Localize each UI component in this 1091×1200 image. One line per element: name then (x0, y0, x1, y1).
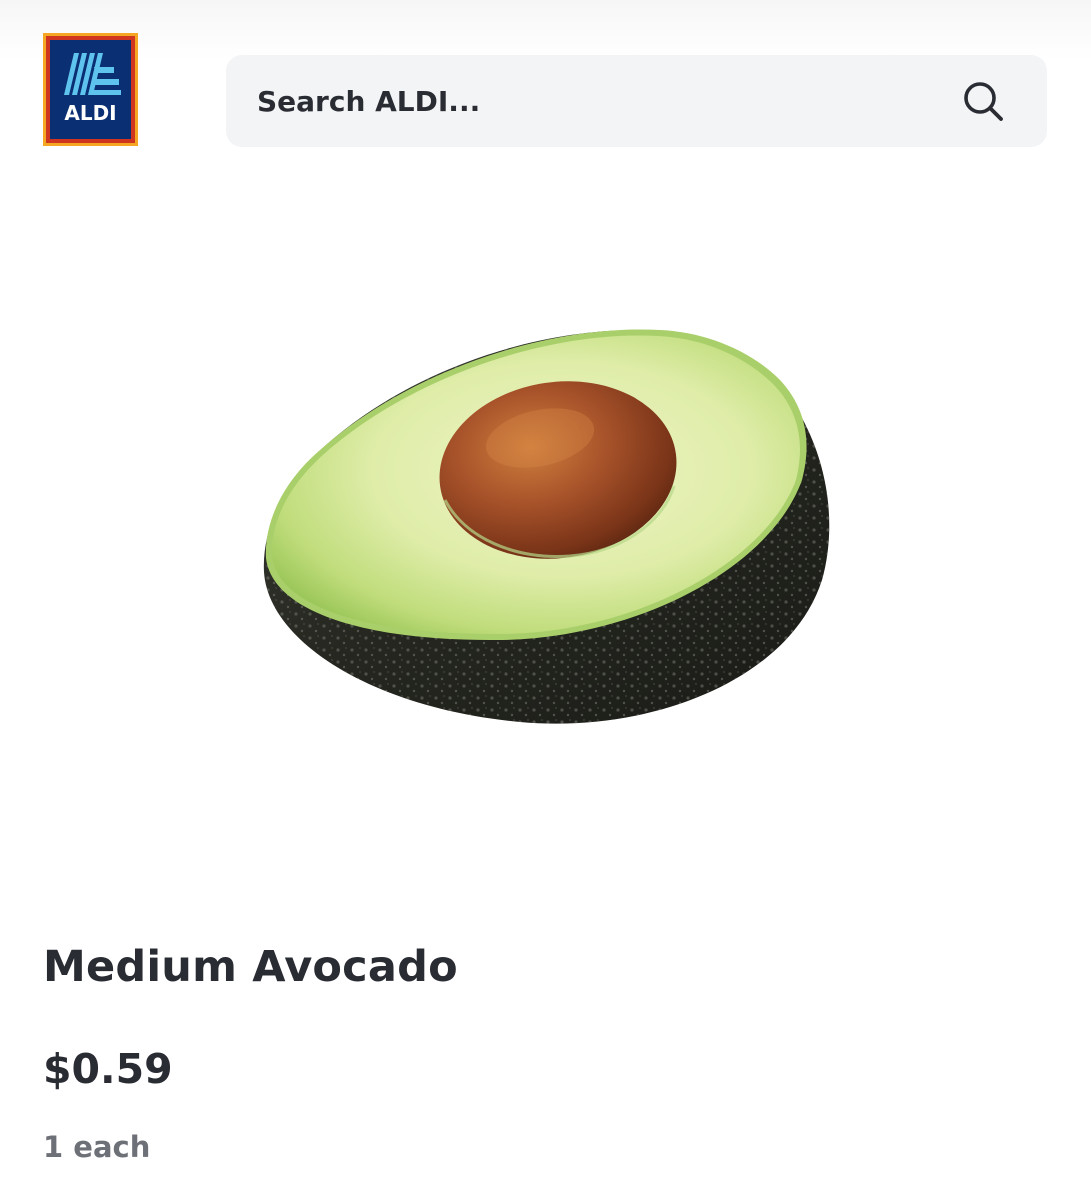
product-title: Medium Avocado (43, 942, 458, 992)
aldi-logo[interactable]: ALDI (43, 33, 138, 146)
product-unit-label: 1 each (43, 1130, 151, 1164)
logo-text: ALDI (64, 101, 116, 125)
search-bar (226, 55, 1047, 147)
search-input[interactable] (226, 55, 926, 147)
avocado-half-image (263, 329, 830, 724)
search-icon (964, 82, 1003, 121)
app-header: ALDI (0, 0, 1091, 180)
aldi-logo-graphic: ALDI (43, 33, 138, 146)
product-price: $0.59 (43, 1045, 173, 1093)
product-image[interactable] (250, 310, 840, 740)
search-button[interactable] (956, 77, 1012, 127)
